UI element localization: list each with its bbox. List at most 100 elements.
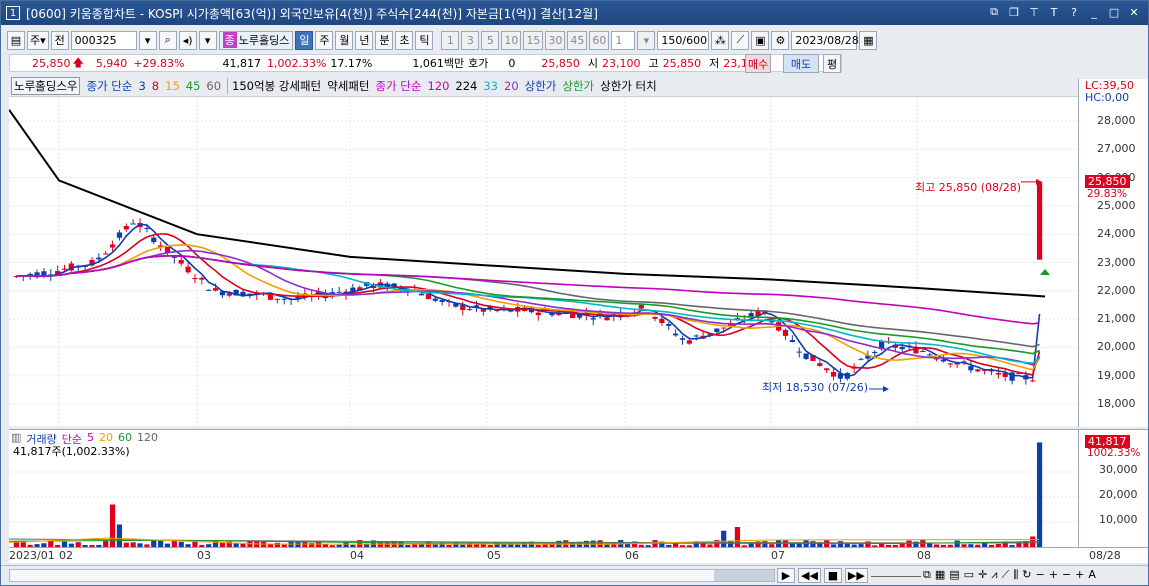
legend-stock-name[interactable]: 노루홀딩스우	[11, 77, 81, 95]
quote-open: 23,100	[601, 56, 641, 70]
zoom-slider[interactable]	[870, 568, 921, 577]
legend-pattern: 150억봉 강세패턴	[227, 78, 321, 94]
up-limit-icon	[1040, 269, 1050, 275]
search-icon[interactable]: ⌕	[158, 30, 177, 50]
range-input[interactable]: 150/600	[657, 30, 710, 50]
trend-icon[interactable]: ⟋	[1002, 568, 1010, 582]
candle-body	[899, 346, 905, 350]
scroll-controls: ▶ ◀◀ ■ ▶▶	[777, 568, 921, 583]
chart-legend: 노루홀딩스우 종가 단순 3 8 15 45 60 150억봉 강세패턴 약세패…	[11, 77, 657, 95]
legend-ma-prefix: 종가 단순	[86, 79, 133, 93]
period-day[interactable]: 일	[295, 30, 314, 50]
minute-30[interactable]: 30	[545, 30, 566, 50]
legend-ma2-prefix: 종가 단순	[375, 79, 422, 93]
candle-body	[1036, 181, 1043, 260]
minute-45[interactable]: 45	[567, 30, 588, 50]
font-icon[interactable]: A	[1088, 568, 1096, 582]
stock-code-input[interactable]: 000325	[70, 30, 137, 50]
stop-icon[interactable]: ■	[823, 568, 842, 583]
maximize-icon[interactable]: □	[1106, 4, 1122, 20]
copy-icon[interactable]: ❐	[1006, 4, 1022, 20]
scroll-track[interactable]	[9, 569, 775, 582]
minute-10[interactable]: 10	[501, 30, 522, 50]
candle-body	[782, 329, 789, 336]
scroll-thumb[interactable]	[714, 570, 774, 581]
sell-button[interactable]: 매도	[783, 54, 819, 73]
refresh-icon[interactable]: ↻	[1022, 568, 1031, 582]
legend-upper-limit: 상한가	[524, 79, 557, 93]
sound-icon[interactable]: ◂)	[178, 30, 197, 50]
line-chart-icon[interactable]: ⩘	[991, 568, 997, 582]
zoom-out-icon[interactable]: −	[1036, 568, 1045, 582]
count-dropdown[interactable]: ▾	[637, 30, 656, 50]
minute-60[interactable]: 60	[589, 30, 610, 50]
candle-body	[796, 351, 802, 353]
price-chart[interactable]	[8, 96, 1078, 427]
link-icon[interactable]: ⧉	[986, 4, 1002, 20]
count-input[interactable]: 1	[611, 30, 636, 50]
candle-body	[858, 358, 864, 360]
legend-ma-3: 3	[138, 79, 146, 93]
layout-icon[interactable]: ⧉	[923, 568, 931, 582]
play-icon[interactable]: ▶	[777, 568, 795, 583]
candle-body	[830, 372, 837, 377]
period-minute[interactable]: 분	[375, 30, 394, 50]
chart-icon[interactable]: ▤	[7, 30, 25, 50]
scale-out-icon[interactable]: −	[1062, 568, 1071, 582]
zoom-in-icon[interactable]: +	[1049, 568, 1058, 582]
price-axis: LC:39,50 HC:0,00 28,00027,00026,00025,00…	[1078, 79, 1148, 427]
date-label: 2023/01	[9, 549, 55, 562]
text-icon[interactable]: T	[1046, 4, 1062, 20]
date-label: 05	[487, 549, 501, 562]
main-toolbar: ▤ 주 ▾ 전 000325 ▾ ⌕ ◂) ▾ 종 노루홀딩스 일 주 월 년 분 …	[1, 28, 1148, 52]
minute-5[interactable]: 5	[481, 30, 500, 50]
grid-icon[interactable]: ▦	[935, 568, 945, 582]
volume-tick: 30,000	[1099, 463, 1138, 476]
low-label: 저	[709, 57, 720, 70]
save-icon[interactable]: ▣	[751, 30, 770, 50]
minute-15[interactable]: 15	[523, 30, 544, 50]
draw-icon[interactable]: ⟋	[731, 30, 750, 50]
quote-amount: 1,061백만	[412, 57, 465, 70]
minute-3[interactable]: 3	[461, 30, 480, 50]
minimize-icon[interactable]: _	[1086, 4, 1102, 20]
period-second[interactable]: 초	[395, 30, 414, 50]
quote-turnover: 17.17%	[330, 56, 373, 70]
table-icon[interactable]: ▤	[949, 568, 959, 582]
minute-1[interactable]: 1	[441, 30, 460, 50]
scale-in-icon[interactable]: +	[1075, 568, 1084, 582]
dropdown-icon[interactable]: ▾	[198, 30, 217, 50]
settings-tools-icon[interactable]: ⁂	[711, 30, 730, 50]
period-year[interactable]: 년	[355, 30, 374, 50]
bar-icon[interactable]: ⫼	[1013, 568, 1018, 582]
crosshair-icon[interactable]: ✛	[978, 568, 987, 582]
ma60-line	[16, 254, 1040, 348]
calendar-icon[interactable]: ▦	[859, 30, 878, 50]
eval-button[interactable]: 평	[823, 54, 841, 73]
period-week[interactable]: 주	[315, 30, 334, 50]
candle-body	[920, 350, 926, 352]
gear-icon[interactable]: ⚙	[771, 30, 790, 50]
forward-icon[interactable]: ▶▶	[844, 568, 868, 583]
volume-chart[interactable]	[8, 429, 1078, 547]
high-label: 고	[648, 57, 659, 70]
window-title: [0600] 키움종합차트 - KOSPI 시가총액[63(억)] 외국인보유[…	[26, 6, 598, 21]
candle-body	[171, 256, 177, 258]
buy-button[interactable]: 매수	[745, 54, 772, 73]
date-input[interactable]: 2023/08/28	[791, 30, 859, 50]
price-tick: 23,000	[1097, 255, 1136, 269]
window-icon[interactable]: ▭	[964, 568, 974, 582]
market-select[interactable]: 주 ▾	[27, 30, 49, 50]
prev-button[interactable]: 전	[50, 30, 69, 50]
close-icon[interactable]: ✕	[1126, 4, 1142, 20]
date-label: 08	[917, 549, 931, 562]
pin-icon[interactable]: ⊤	[1026, 4, 1042, 20]
title-bar: 1 [0600] 키움종합차트 - KOSPI 시가총액[63(억)] 외국인보…	[1, 1, 1148, 25]
code-dropdown[interactable]: ▾	[138, 30, 157, 50]
help-icon[interactable]: ?	[1066, 4, 1082, 20]
volume-bar	[721, 530, 727, 547]
period-month[interactable]: 월	[335, 30, 354, 50]
high-annotation: 최고 25,850 (08/28)	[915, 181, 1022, 194]
period-tick[interactable]: 틱	[415, 30, 434, 50]
rewind-icon[interactable]: ◀◀	[798, 568, 821, 583]
